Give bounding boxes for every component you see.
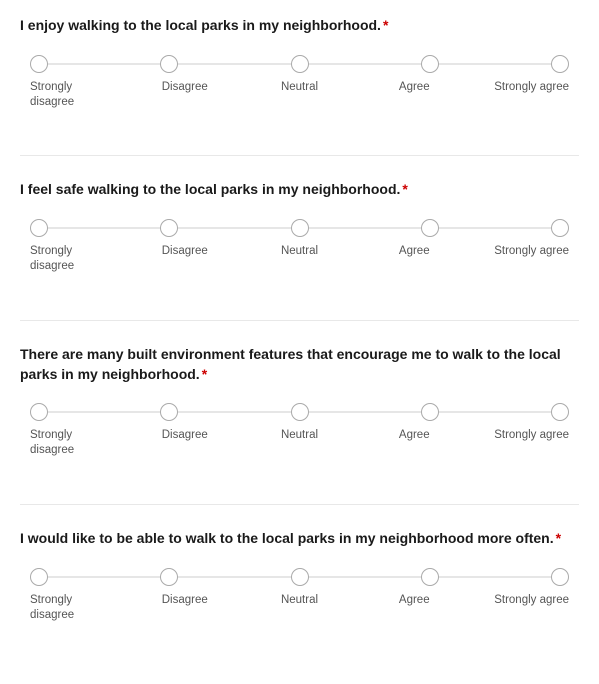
likert-point-3-5[interactable]	[551, 403, 569, 421]
likert-point-2-1[interactable]	[30, 219, 48, 237]
likert-label-3-3: Neutral	[260, 428, 340, 458]
likert-point-3-3[interactable]	[291, 403, 309, 421]
likert-point-1-1[interactable]	[30, 55, 48, 73]
survey-container: I enjoy walking to the local parks in my…	[20, 16, 579, 640]
likert-labels-1: Strongly disagree Disagree Neutral Agree Str…	[30, 80, 569, 110]
likert-point-4-1[interactable]	[30, 568, 48, 586]
likert-point-1-5[interactable]	[551, 55, 569, 73]
likert-point-3-4[interactable]	[421, 403, 439, 421]
likert-label-4-4: Agree	[374, 593, 454, 623]
likert-label-1-3: Neutral	[260, 80, 340, 110]
likert-label-3-5: Strongly agree	[489, 428, 569, 458]
likert-label-2-2: Disagree	[145, 244, 225, 274]
required-marker-4: *	[556, 530, 561, 546]
required-marker-2: *	[402, 181, 407, 197]
question-block-2: I feel safe walking to the local parks i…	[20, 180, 579, 291]
likert-labels-3: Strongly disagree Disagree Neutral Agree Str…	[30, 428, 569, 458]
likert-label-4-2: Disagree	[145, 593, 225, 623]
likert-label-4-1: Strongly disagree	[30, 593, 110, 623]
question-text-1: I enjoy walking to the local parks in my…	[20, 16, 579, 36]
likert-labels-4: Strongly disagree Disagree Neutral Agree Str…	[30, 593, 569, 623]
likert-point-4-5[interactable]	[551, 568, 569, 586]
required-marker-1: *	[383, 17, 388, 33]
question-block-4: I would like to be able to walk to the l…	[20, 529, 579, 640]
likert-label-2-3: Neutral	[260, 244, 340, 274]
likert-labels-2: Strongly disagree Disagree Neutral Agree Str…	[30, 244, 569, 274]
divider-1	[20, 155, 579, 156]
likert-label-1-5: Strongly agree	[489, 80, 569, 110]
likert-label-4-5: Strongly agree	[489, 593, 569, 623]
likert-label-1-2: Disagree	[145, 80, 225, 110]
question-text-4: I would like to be able to walk to the l…	[20, 529, 579, 549]
question-block-3: There are many built environment feature…	[20, 345, 579, 476]
likert-point-4-3[interactable]	[291, 568, 309, 586]
question-block-1: I enjoy walking to the local parks in my…	[20, 16, 579, 127]
required-marker-3: *	[202, 366, 207, 382]
likert-label-2-5: Strongly agree	[489, 244, 569, 274]
likert-point-3-1[interactable]	[30, 403, 48, 421]
likert-point-1-4[interactable]	[421, 55, 439, 73]
likert-label-4-3: Neutral	[260, 593, 340, 623]
likert-label-3-1: Strongly disagree	[30, 428, 110, 458]
likert-point-2-5[interactable]	[551, 219, 569, 237]
likert-label-1-1: Strongly disagree	[30, 80, 110, 110]
likert-label-2-1: Strongly disagree	[30, 244, 110, 274]
likert-scale-2: Strongly disagree Disagree Neutral Agree Str…	[20, 218, 579, 274]
likert-label-3-2: Disagree	[145, 428, 225, 458]
likert-point-4-2[interactable]	[160, 568, 178, 586]
likert-point-1-3[interactable]	[291, 55, 309, 73]
likert-label-2-4: Agree	[374, 244, 454, 274]
likert-point-1-2[interactable]	[160, 55, 178, 73]
likert-point-4-4[interactable]	[421, 568, 439, 586]
likert-point-3-2[interactable]	[160, 403, 178, 421]
likert-label-3-4: Agree	[374, 428, 454, 458]
likert-point-2-2[interactable]	[160, 219, 178, 237]
likert-point-2-3[interactable]	[291, 219, 309, 237]
likert-label-1-4: Agree	[374, 80, 454, 110]
question-text-2: I feel safe walking to the local parks i…	[20, 180, 579, 200]
likert-scale-4: Strongly disagree Disagree Neutral Agree Str…	[20, 567, 579, 623]
likert-scale-1: Strongly disagree Disagree Neutral Agree Str…	[20, 54, 579, 110]
likert-scale-3: Strongly disagree Disagree Neutral Agree Str…	[20, 402, 579, 458]
likert-point-2-4[interactable]	[421, 219, 439, 237]
divider-2	[20, 320, 579, 321]
question-text-3: There are many built environment feature…	[20, 345, 579, 384]
divider-3	[20, 504, 579, 505]
